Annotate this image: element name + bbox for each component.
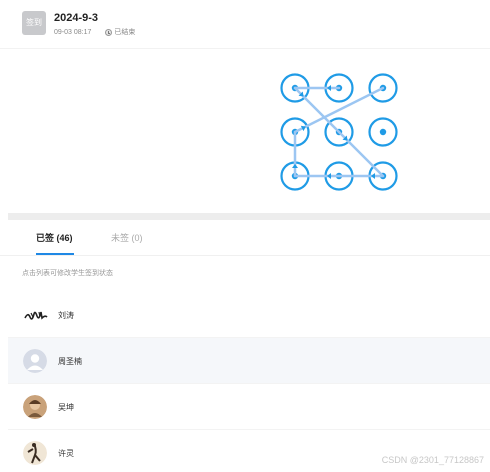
- section-divider: [8, 213, 490, 220]
- list-item[interactable]: 刘涛: [8, 292, 490, 338]
- watermark: CSDN @2301_77128867: [381, 455, 484, 465]
- list-item[interactable]: 吴坤: [8, 384, 490, 430]
- photo-avatar: [23, 395, 47, 419]
- student-list: 刘涛 周圣楠 吴坤 许灵: [8, 292, 490, 472]
- list-hint: 点击列表可修改学生签到状态: [22, 270, 113, 277]
- session-status: 已结束: [114, 29, 136, 36]
- tab-signed[interactable]: 已签 (46): [36, 231, 73, 244]
- photo-avatar: [23, 441, 47, 465]
- default-person-avatar: [23, 349, 47, 373]
- session-title: 2024-9-3: [54, 12, 99, 24]
- session-header: 签到 2024-9-3 09-03 08:17 已结束: [0, 0, 490, 48]
- student-name: 许灵: [58, 449, 74, 458]
- student-name: 刘涛: [58, 311, 74, 320]
- student-name: 吴坤: [58, 403, 74, 412]
- session-meta: 09-03 08:17 已结束: [54, 27, 135, 37]
- list-item[interactable]: 周圣楠: [8, 338, 490, 384]
- tab-unsigned[interactable]: 未签 (0): [111, 231, 143, 244]
- active-tab-indicator: [36, 253, 74, 255]
- checkin-badge: 签到: [22, 11, 46, 35]
- pattern-node-dot: [379, 128, 387, 136]
- gesture-pattern-area: [0, 48, 490, 213]
- signin-tabs: 已签 (46) 未签 (0): [0, 220, 490, 256]
- list-item[interactable]: 许灵: [8, 430, 490, 472]
- student-name: 周圣楠: [58, 357, 82, 366]
- session-time: 09-03 08:17: [54, 28, 92, 36]
- signature-image: [23, 303, 49, 327]
- clock-icon: [105, 28, 113, 36]
- gesture-pattern: [280, 73, 398, 191]
